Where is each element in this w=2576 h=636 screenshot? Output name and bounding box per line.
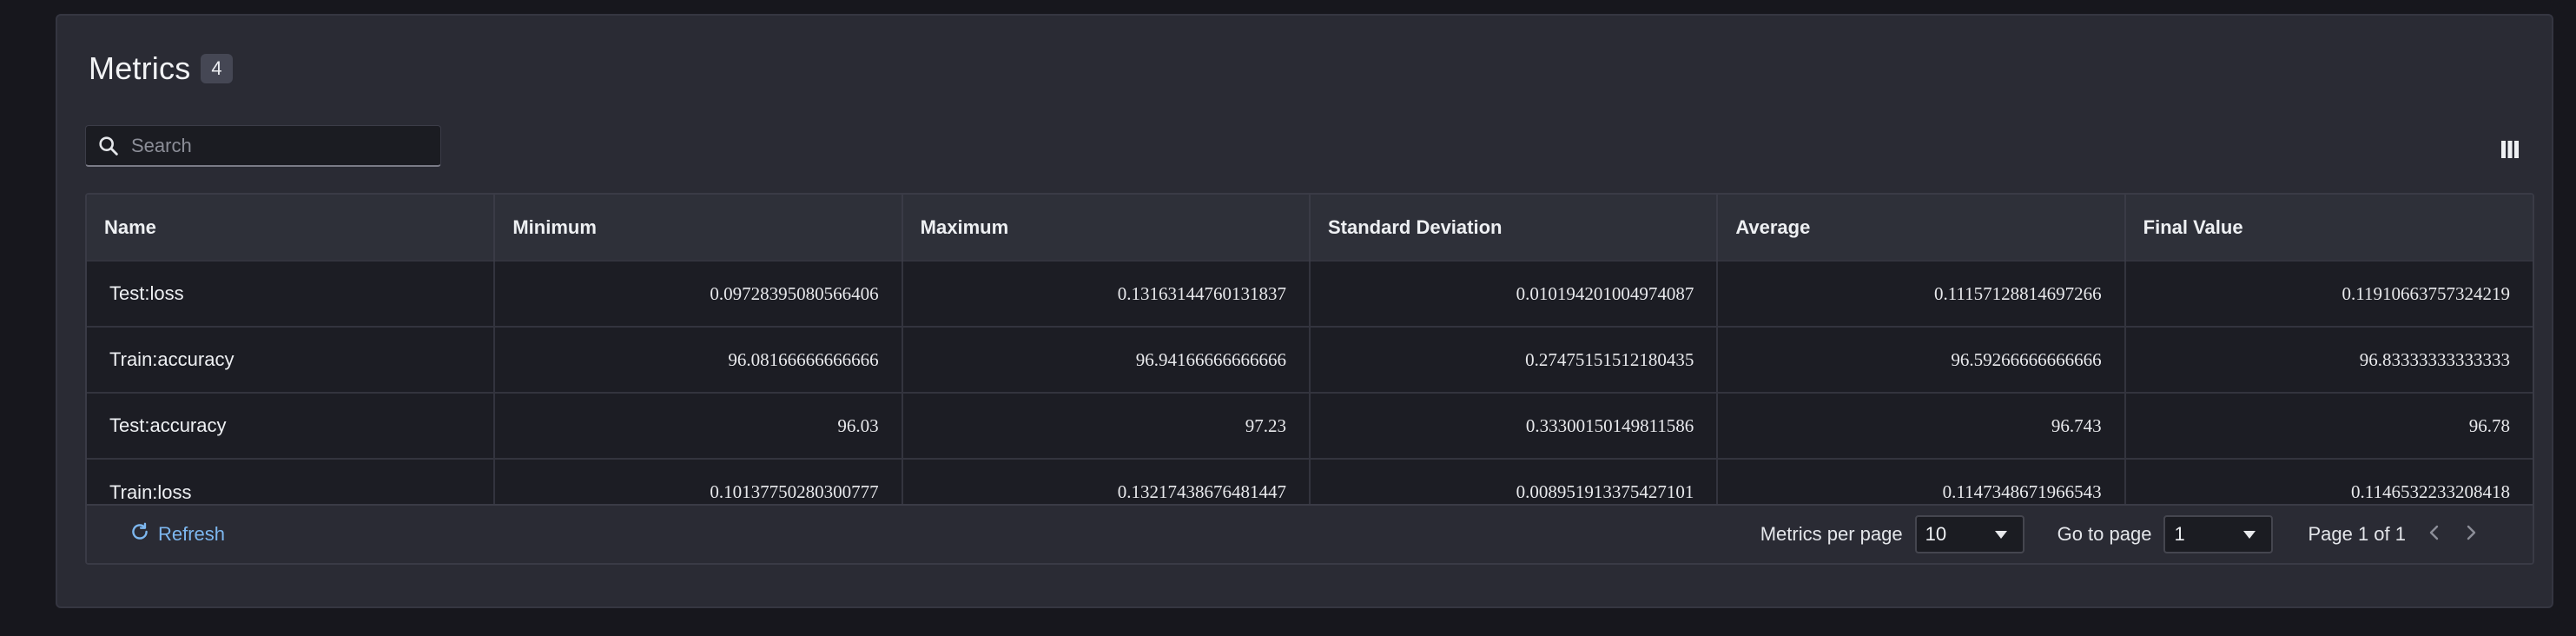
goto-page-select[interactable]: 1 — [2163, 515, 2274, 553]
metric-minimum: 96.08166666666666 — [494, 327, 903, 393]
page-title: Metrics — [89, 50, 191, 86]
metric-name: Test:accuracy — [87, 393, 496, 459]
column-header-average[interactable]: Average — [1717, 195, 2126, 261]
metric-standard-deviation: 0.33300150149811586 — [1309, 393, 1719, 459]
count-badge: 4 — [201, 54, 233, 83]
chevron-down-icon — [2243, 530, 2256, 539]
table-row: Test:loss 0.09728395080566406 0.13163144… — [87, 261, 2533, 327]
per-page-value: 10 — [1925, 523, 1947, 545]
per-page-select[interactable]: 10 — [1914, 515, 2024, 553]
column-settings-button[interactable] — [2493, 134, 2527, 169]
columns-icon — [2500, 139, 2520, 164]
table-row: Train:accuracy 96.08166666666666 96.9416… — [87, 327, 2533, 393]
table-row: Test:accuracy 96.03 97.23 0.333001501498… — [87, 393, 2533, 459]
metric-name: Train:accuracy — [87, 327, 496, 393]
chevron-left-icon[interactable] — [2427, 523, 2442, 547]
metric-average: 96.743 — [1717, 393, 2126, 459]
metric-minimum: 96.03 — [494, 393, 903, 459]
column-header-standard-deviation[interactable]: Standard Deviation — [1309, 195, 1719, 261]
table-header-row: Name Minimum Maximum Standard Deviation … — [87, 195, 2533, 261]
column-header-name[interactable]: Name — [87, 195, 496, 261]
panel-header: Metrics 4 — [89, 50, 233, 87]
metric-final-value: 96.78 — [2468, 414, 2510, 436]
pagination: Metrics per page 10 Go to page 1 Page 1 … — [1760, 515, 2479, 553]
metrics-panel: Metrics 4 Name Minimum Maximum Standard … — [56, 14, 2553, 608]
metric-average: 96.59266666666666 — [1717, 327, 2126, 393]
chevron-right-icon[interactable] — [2463, 523, 2479, 547]
column-header-final-value[interactable]: Final Value — [2125, 195, 2533, 261]
column-header-minimum[interactable]: Minimum — [494, 195, 903, 261]
metric-maximum: 0.13163144760131837 — [902, 261, 1311, 327]
metric-final-value: 0.11910663757324219 — [2342, 282, 2510, 304]
metric-name: Test:loss — [87, 261, 496, 327]
metric-standard-deviation: 0.27475151512180435 — [1309, 327, 1719, 393]
refresh-button[interactable]: Refresh — [129, 520, 225, 548]
page-info: Page 1 of 1 — [2308, 523, 2406, 545]
refresh-label: Refresh — [158, 523, 226, 545]
search-input[interactable] — [131, 126, 440, 165]
search-icon — [96, 134, 121, 158]
metric-standard-deviation: 0.010194201004974087 — [1309, 261, 1719, 327]
chevron-down-icon — [1994, 530, 2007, 539]
metric-maximum: 96.94166666666666 — [902, 327, 1311, 393]
goto-page-label: Go to page — [2057, 523, 2152, 545]
column-header-maximum[interactable]: Maximum — [902, 195, 1311, 261]
metric-final-value: 96.83333333333333 — [2359, 348, 2510, 370]
metric-minimum: 0.09728395080566406 — [494, 261, 903, 327]
table-footer: Refresh Metrics per page 10 Go to page 1… — [87, 504, 2533, 563]
metric-maximum: 97.23 — [902, 393, 1311, 459]
per-page-label: Metrics per page — [1760, 523, 1903, 545]
metric-average: 0.11157128814697266 — [1717, 261, 2126, 327]
search-box[interactable] — [85, 125, 441, 167]
metrics-table-container: Name Minimum Maximum Standard Deviation … — [85, 193, 2534, 565]
goto-page-value: 1 — [2174, 523, 2185, 545]
refresh-icon — [129, 520, 158, 548]
metrics-table: Name Minimum Maximum Standard Deviation … — [87, 195, 2533, 525]
